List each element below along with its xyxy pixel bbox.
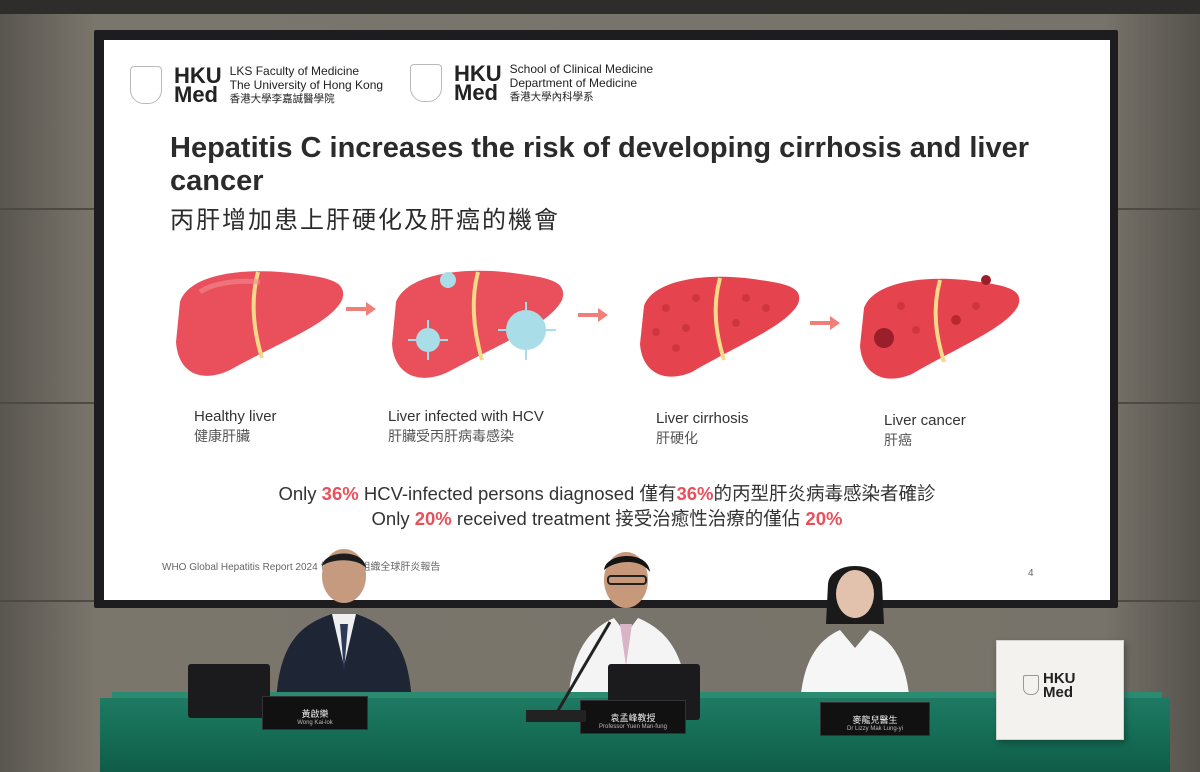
university-crest-icon xyxy=(1023,675,1039,695)
university-crest-icon xyxy=(410,64,442,102)
speaker-left xyxy=(276,549,412,706)
presentation-slide: HKU Med LKS Faculty of Medicine The Unive… xyxy=(104,40,1110,600)
tumor-icon xyxy=(874,328,894,348)
cancer-liver-icon xyxy=(860,275,1020,379)
slide-title-chinese: 丙肝增加患上肝硬化及肝癌的機會 xyxy=(170,207,560,234)
hku-med-box: HKU Med xyxy=(996,640,1124,740)
laptop-left xyxy=(188,664,270,718)
logo-line: LKS Faculty of Medicine xyxy=(229,64,360,78)
healthy-liver-icon xyxy=(176,271,344,376)
university-crest-icon xyxy=(130,66,162,104)
ceiling xyxy=(0,0,1200,14)
cirrhosis-liver-icon xyxy=(640,276,800,377)
microphone-icon xyxy=(526,621,612,722)
nameplate-left: 黃啟樂 Wong Kai-lok xyxy=(262,696,368,730)
logo-line: 香港大學李嘉誠醫學院 xyxy=(229,93,335,105)
logo-line: 香港大學內科學系 xyxy=(509,91,594,103)
infected-liver-icon xyxy=(392,270,564,378)
logo-lks-faculty: HKU Med LKS Faculty of Medicine The Unive… xyxy=(130,64,383,106)
logo-line: School of Clinical Medicine xyxy=(509,62,654,76)
stage-cirrhosis: Liver cirrhosis 肝硬化 xyxy=(656,410,749,446)
logo-line: Department of Medicine xyxy=(509,76,638,90)
nameplate-right: 麥龍兒醫生 Dr Lizzy Mak Lung-yi xyxy=(820,702,930,736)
arrow-right-icon xyxy=(810,316,840,330)
logo-line: The University of Hong Kong xyxy=(229,78,384,92)
slide-page-number: 4 xyxy=(1028,568,1034,579)
statistic-diagnosed: Only 36% HCV-infected persons diagnosed … xyxy=(278,483,936,504)
stage-healthy: Healthy liver 健康肝臟 xyxy=(194,408,277,444)
slide-title: Hepatitis C increases the risk of develo… xyxy=(170,132,1030,197)
stage-infected: Liver infected with HCV 肝臟受丙肝病毒感染 xyxy=(388,408,544,444)
virus-icon xyxy=(506,310,546,350)
logo-department-medicine: HKU Med School of Clinical Medicine Depar… xyxy=(410,62,653,104)
arrow-right-icon xyxy=(346,302,376,316)
statistic-treated: Only 20% received treatment 接受治癒性治療的僅佔 2… xyxy=(371,508,843,529)
stage-cancer: Liver cancer 肝癌 xyxy=(884,412,966,448)
virus-icon xyxy=(416,328,440,352)
virus-icon xyxy=(440,272,456,288)
arrow-right-icon xyxy=(578,308,608,322)
speaker-right xyxy=(800,566,910,708)
